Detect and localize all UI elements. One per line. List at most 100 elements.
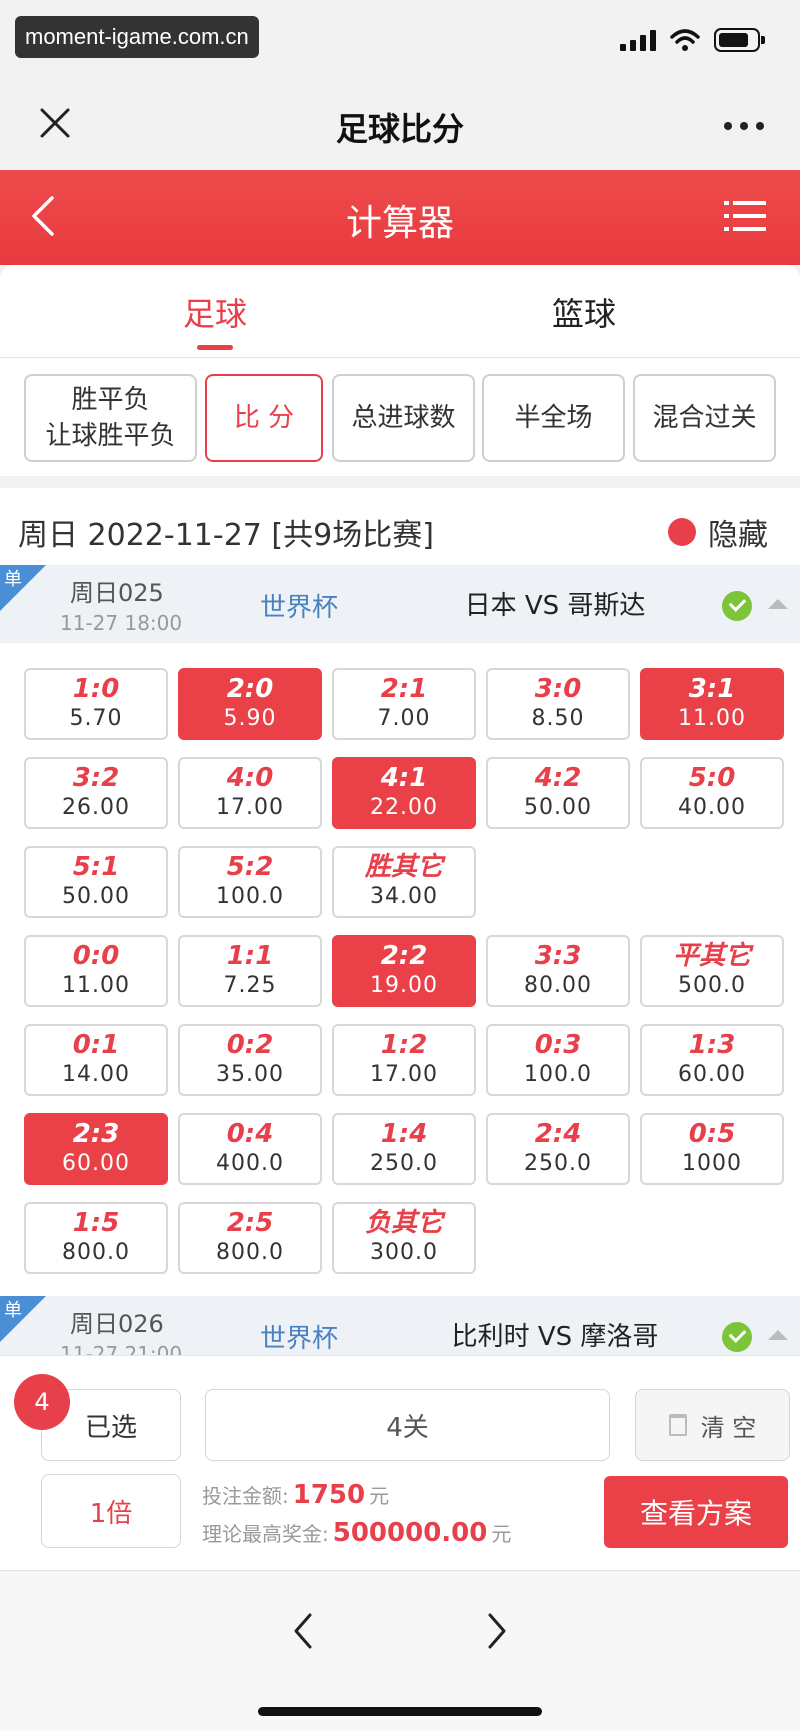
max-prize-label: 理论最高奖金: (202, 1522, 329, 1546)
odds-value: 1000 (682, 1151, 742, 1176)
bet-amount-value: 1750 (292, 1480, 366, 1510)
odds-cell[interactable]: 4:0 17.00 (178, 757, 322, 829)
score-label: 5:0 (688, 763, 736, 793)
odds-cell[interactable]: 2:3 60.00 (24, 1113, 168, 1185)
score-label: 2:3 (72, 1119, 120, 1149)
match-header[interactable]: 单 周日025 11-27 18:00 世界杯 日本 VS 哥斯达 (0, 565, 800, 643)
odds-cell[interactable]: 2:4 250.0 (486, 1113, 630, 1185)
score-label: 0:0 (72, 941, 120, 971)
wifi-icon (670, 29, 700, 51)
collapse-arrow-icon[interactable] (768, 1330, 788, 1340)
odds-value: 250.0 (524, 1151, 592, 1176)
odds-cell[interactable]: 4:1 22.00 (332, 757, 476, 829)
single-corner-label: 单 (4, 1300, 22, 1321)
odds-cell[interactable]: 3:2 26.00 (24, 757, 168, 829)
odds-value: 80.00 (524, 973, 592, 998)
odds-value: 26.00 (62, 795, 130, 820)
odds-cell[interactable]: 0:0 11.00 (24, 935, 168, 1007)
hide-label[interactable]: 隐藏 (708, 510, 768, 554)
tab-total-goals[interactable]: 总进球数 (332, 374, 475, 462)
score-label: 1:0 (72, 674, 120, 704)
single-corner-label: 单 (4, 569, 22, 590)
odds-cell[interactable]: 3:0 8.50 (486, 668, 630, 740)
home-indicator (258, 1707, 542, 1716)
nav-forward-icon[interactable] (482, 1611, 512, 1651)
multiple-stepper[interactable]: 1倍 (41, 1474, 181, 1548)
odds-cell[interactable]: 3:1 11.00 (640, 668, 784, 740)
odds-cell[interactable]: 0:4 400.0 (178, 1113, 322, 1185)
odds-cell[interactable]: 1:3 60.00 (640, 1024, 784, 1096)
tab-mixed-parlay[interactable]: 混合过关 (633, 374, 776, 462)
nav-back-icon[interactable] (288, 1611, 318, 1651)
tab-half-full[interactable]: 半全场 (482, 374, 625, 462)
score-label: 2:1 (380, 674, 428, 704)
odds-value: 60.00 (62, 1151, 130, 1176)
odds-cell[interactable]: 2:1 7.00 (332, 668, 476, 740)
check-icon[interactable] (722, 591, 752, 621)
bet-amount: 投注金额: 1750 元 (202, 1480, 389, 1510)
odds-value: 300.0 (370, 1240, 438, 1265)
hide-toggle-icon[interactable] (668, 518, 696, 546)
more-icon[interactable] (724, 122, 764, 130)
odds-cell[interactable]: 1:2 17.00 (332, 1024, 476, 1096)
score-label: 0:2 (226, 1030, 274, 1060)
collapse-arrow-icon[interactable] (768, 599, 788, 609)
bet-panel: 已选 4 4关 清 空 1倍 投注金额: 1750 元 理论最高奖金: 500000.… (0, 1355, 800, 1570)
odds-cell[interactable]: 5:0 40.00 (640, 757, 784, 829)
odds-cell[interactable]: 0:2 35.00 (178, 1024, 322, 1096)
score-label: 0:1 (72, 1030, 120, 1060)
match-header-2[interactable]: 单 周日026 11-27 21:00 世界杯 比利时 VS 摩洛哥 (0, 1296, 800, 1356)
odds-value: 19.00 (370, 973, 438, 998)
odds-value: 22.00 (370, 795, 438, 820)
score-label: 平其它 (672, 941, 751, 971)
odds-cell[interactable]: 5:2 100.0 (178, 846, 322, 918)
odds-cell[interactable]: 4:2 50.00 (486, 757, 630, 829)
browser-nav-bar (0, 1570, 800, 1731)
odds-cell[interactable]: 2:5 800.0 (178, 1202, 322, 1274)
score-label: 0:4 (226, 1119, 274, 1149)
tab-sublabel: 让球胜平负 (45, 421, 176, 451)
max-prize-value: 500000.00 (332, 1518, 488, 1548)
selected-count-badge: 4 (14, 1374, 70, 1430)
odds-cell[interactable]: 2:0 5.90 (178, 668, 322, 740)
odds-cell[interactable]: 胜其它 34.00 (332, 846, 476, 918)
odds-cell[interactable]: 0:1 14.00 (24, 1024, 168, 1096)
odds-cell[interactable]: 1:0 5.70 (24, 668, 168, 740)
odds-cell[interactable]: 0:5 1000 (640, 1113, 784, 1185)
odds-cell[interactable]: 1:1 7.25 (178, 935, 322, 1007)
tab-football[interactable]: 足球 (183, 289, 247, 350)
odds-value: 11.00 (678, 706, 746, 731)
odds-cell[interactable]: 1:5 800.0 (24, 1202, 168, 1274)
match-code: 周日026 (70, 1310, 164, 1338)
toolbar: 计算器 (0, 170, 800, 265)
match-league: 世界杯 (260, 1324, 339, 1354)
menu-icon[interactable] (724, 198, 766, 234)
odds-value: 5.90 (223, 706, 277, 731)
score-label: 负其它 (364, 1208, 443, 1238)
odds-value: 7.25 (223, 973, 277, 998)
tab-correct-score[interactable]: 比 分 (205, 374, 323, 462)
tab-win-draw-loss[interactable]: 胜平负 让球胜平负 (24, 374, 197, 462)
status-bar: moment-igame.com.cn (0, 0, 800, 80)
odds-cell[interactable]: 平其它 500.0 (640, 935, 784, 1007)
odds-value: 50.00 (524, 795, 592, 820)
odds-cell[interactable]: 1:4 250.0 (332, 1113, 476, 1185)
odds-value: 50.00 (62, 884, 130, 909)
tab-basketball[interactable]: 篮球 (552, 289, 616, 335)
battery-icon (714, 28, 765, 52)
odds-cell[interactable]: 5:1 50.00 (24, 846, 168, 918)
bet-amount-label: 投注金额: (202, 1484, 289, 1508)
check-icon[interactable] (722, 1322, 752, 1352)
odds-cell[interactable]: 负其它 300.0 (332, 1202, 476, 1274)
match-teams: 日本 VS 哥斯达 (464, 591, 646, 621)
odds-value: 40.00 (678, 795, 746, 820)
view-plan-button[interactable]: 查看方案 (604, 1476, 788, 1548)
odds-cell[interactable]: 3:3 80.00 (486, 935, 630, 1007)
clear-button[interactable]: 清 空 (635, 1389, 790, 1461)
pass-type-selector[interactable]: 4关 (205, 1389, 610, 1461)
odds-cell[interactable]: 2:2 19.00 (332, 935, 476, 1007)
signal-icon (620, 29, 656, 51)
score-label: 1:3 (688, 1030, 736, 1060)
score-label: 3:0 (534, 674, 582, 704)
odds-cell[interactable]: 0:3 100.0 (486, 1024, 630, 1096)
